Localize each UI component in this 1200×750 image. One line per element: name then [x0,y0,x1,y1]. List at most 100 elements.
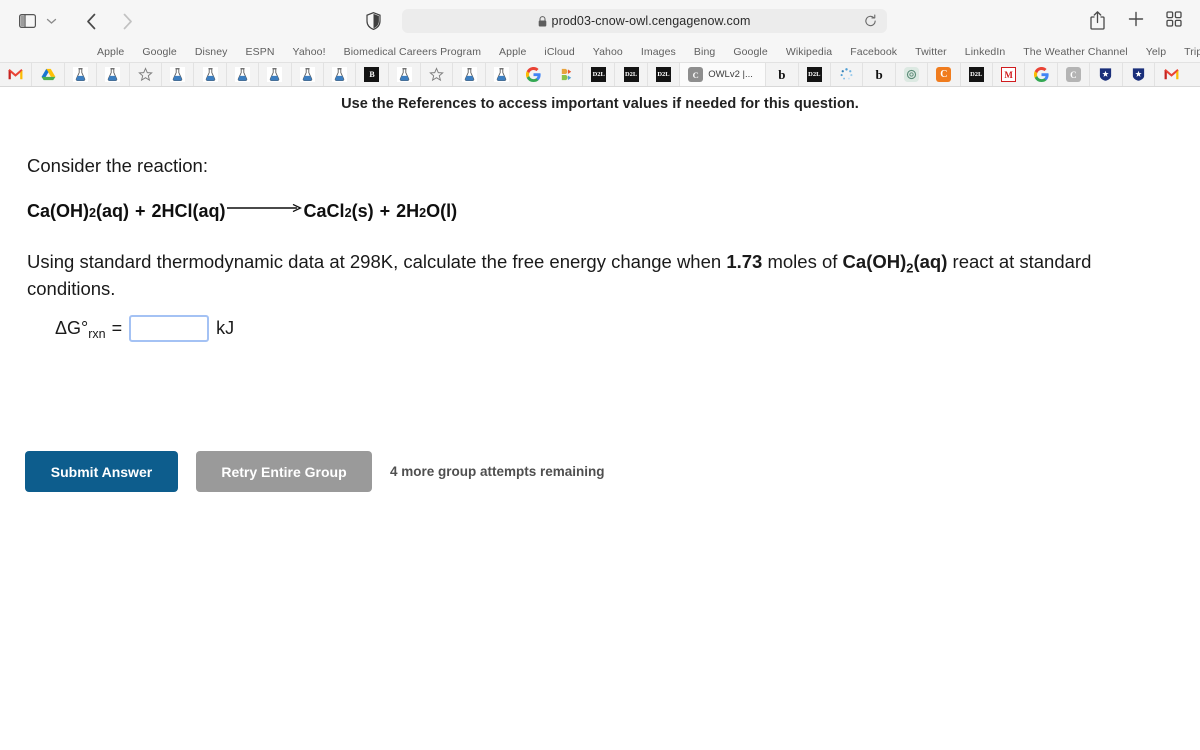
bookmark-espn[interactable]: ESPN [237,46,284,58]
equation-product-2: 2H [396,201,420,221]
favicon-owl-flask-11[interactable] [486,63,519,86]
favicon-owl-flask-2[interactable] [97,63,130,86]
retry-entire-group-button[interactable]: Retry Entire Group [196,451,372,492]
favicon-d2l-2[interactable]: D2L [615,63,648,86]
url-text: prod03-cnow-owl.cengagenow.com [551,14,751,28]
merriam-webster-icon: M [1001,67,1017,82]
bookmark-yelp[interactable]: Yelp [1137,46,1175,58]
favicon-bold-b-2[interactable]: b [863,63,896,86]
submit-answer-button[interactable]: Submit Answer [25,451,178,492]
url-text-group: prod03-cnow-owl.cengagenow.com [538,14,751,28]
bookmark-google[interactable]: Google [133,46,185,58]
favicon-gmail[interactable] [0,63,33,86]
owl-flask-icon [494,67,510,82]
browser-chrome: prod03-cnow-owl.cengagenow.com Apple Goo… [0,0,1200,87]
equation-product-1-subscript: 2 [344,206,352,220]
bookmark-linkedin[interactable]: LinkedIn [956,46,1015,58]
action-button-row: Submit Answer Retry Entire Group 4 more … [25,451,605,492]
favicon-d2l-4[interactable]: D2L [799,63,831,86]
google-icon [1033,67,1049,82]
address-bar[interactable]: prod03-cnow-owl.cengagenow.com [401,9,887,33]
attempts-remaining-text: 4 more group attempts remaining [390,464,605,479]
forward-button[interactable] [112,9,142,33]
bookmark-apple[interactable]: Apple [88,46,133,58]
favicon-shield-star-2[interactable] [1123,63,1155,86]
favicon-star-2[interactable] [421,63,454,86]
owl-flask-icon [267,67,283,82]
question-part-1: Using standard thermodynamic data at 298… [27,251,727,272]
owl-flask-icon [396,67,412,82]
d2l-icon: D2L [591,67,607,82]
delta-g-symbol: ΔG° [55,318,89,338]
favicon-owl-flask-7[interactable] [292,63,324,86]
favicon-owl-flask-6[interactable] [259,63,292,86]
favicon-owl-flask-5[interactable] [227,63,260,86]
bookmark-biomedical-careers-program[interactable]: Biomedical Careers Program [335,46,490,58]
equation-reactant-2: 2HCl(aq) [151,201,226,221]
google-icon [526,67,542,82]
equation-plus-1: + [135,201,146,221]
favicon-owl-flask-3[interactable] [162,63,195,86]
d2l-icon: D2L [623,67,639,82]
bold-b-icon: b [778,66,786,82]
favicon-owl-flask-4[interactable] [194,63,227,86]
favicon-blackboard[interactable]: B [356,63,389,86]
bookmark-tripadvisor[interactable]: TripAdvisor [1175,46,1200,58]
favicon-brightspace[interactable] [551,63,584,86]
bookmark-apple-2[interactable]: Apple [490,46,535,58]
sidebar-toggle-icon[interactable] [14,10,40,32]
favicon-d2l-1[interactable]: D2L [583,63,616,86]
favicon-owl-flask-8[interactable] [324,63,357,86]
favicon-merriam-webster[interactable]: M [993,63,1026,86]
favicon-openai[interactable] [896,63,929,86]
question-compound: Ca(OH) [842,251,907,272]
share-icon[interactable] [1090,11,1110,31]
favicon-owl-flask-9[interactable] [389,63,422,86]
tab-overview-icon[interactable] [1166,11,1186,31]
bookmark-disney[interactable]: Disney [186,46,237,58]
answer-entry-row: ΔG° rxn = kJ [55,315,234,342]
favicon-cengage-c[interactable]: C [928,63,961,86]
bookmark-owlv2-label: OWLv2 |... [708,69,753,80]
d2l-icon: D2L [656,67,671,82]
favicon-d2l-5[interactable]: D2L [961,63,993,86]
favicon-owl-flask-1[interactable] [65,63,98,86]
page-content: Use the References to access important v… [0,87,1200,750]
new-tab-button[interactable] [1128,11,1148,31]
bookmark-owlv2[interactable]: C OWLv2 |... [680,63,767,86]
favicon-owl-flask-10[interactable] [453,63,486,86]
favicon-google-drive[interactable] [32,63,65,86]
question-compound-state: (aq) [913,251,948,272]
question-part-2: moles of [762,251,843,272]
star-icon [429,67,445,82]
favicon-bold-b-1[interactable]: b [766,63,799,86]
bookmark-wikipedia[interactable]: Wikipedia [777,46,841,58]
bookmark-yahoo-2[interactable]: Yahoo [584,46,632,58]
bookmark-twitter[interactable]: Twitter [906,46,956,58]
bookmark-google-2[interactable]: Google [724,46,776,58]
chevron-down-icon[interactable] [40,10,62,32]
owl-flask-icon [299,67,315,82]
google-drive-icon [41,68,56,81]
chemical-equation: Ca(OH) 2 (aq) + 2HCl(aq) CaCl 2 (s) + 2H 2 O(l… [27,201,457,222]
bookmark-images[interactable]: Images [632,46,685,58]
favicon-star-1[interactable] [130,63,162,86]
favicon-gmail-2[interactable] [1155,63,1187,86]
references-banner: Use the References to access important v… [341,96,859,112]
bookmark-facebook[interactable]: Facebook [841,46,906,58]
favicon-shield-star-1[interactable] [1090,63,1123,86]
bookmark-icloud[interactable]: iCloud [535,46,583,58]
answer-input[interactable] [129,315,210,342]
privacy-shield-icon[interactable] [364,10,384,32]
favicon-loading-spinner[interactable] [831,63,864,86]
favicon-google[interactable] [518,63,551,86]
favicon-google-2[interactable] [1025,63,1058,86]
favicon-d2l-3[interactable]: D2L [648,63,681,86]
bookmark-yahoo[interactable]: Yahoo! [284,46,335,58]
back-button[interactable] [76,9,106,33]
bookmark-weather-channel[interactable]: The Weather Channel [1014,46,1136,58]
reload-icon[interactable] [864,14,877,28]
bookmark-bing[interactable]: Bing [685,46,724,58]
favicon-cengage-gray-c[interactable]: C [1058,63,1091,86]
cengage-c-icon: C [936,67,952,82]
